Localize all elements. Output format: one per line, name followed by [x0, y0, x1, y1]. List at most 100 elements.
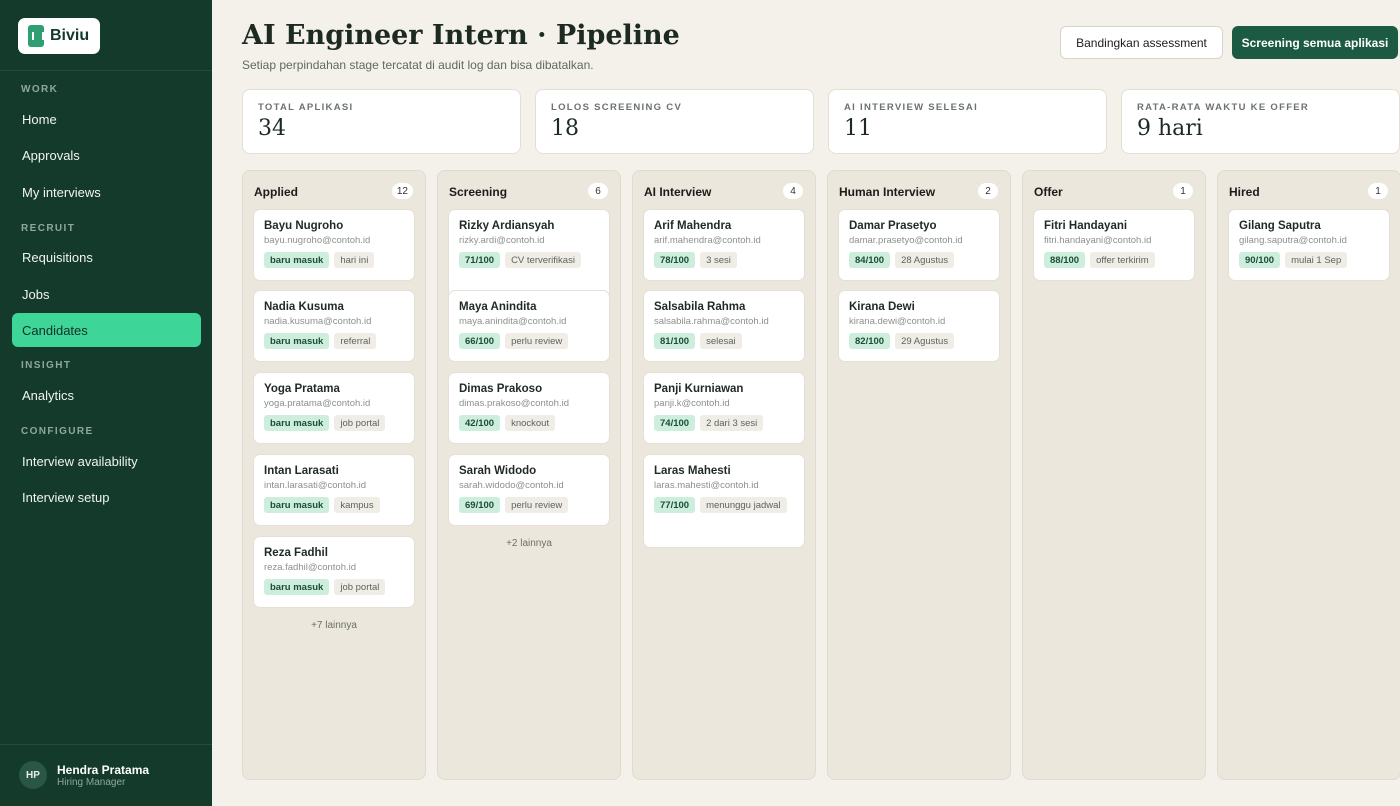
- candidate-card[interactable]: Laras Mahesti laras.mahesti@contoh.id 77/1…: [643, 454, 805, 548]
- candidate-card[interactable]: Kirana Dewi kirana.dewi@contoh.id 82/100 29…: [838, 290, 1000, 362]
- candidate-name: Bayu Nugroho: [264, 220, 344, 232]
- stat-value: 9 hari: [1137, 116, 1203, 141]
- candidate-email: salsabila.rahma@contoh.id: [654, 316, 769, 327]
- candidate-name: Sarah Widodo: [459, 465, 537, 477]
- stat-label: LOLOS SCREENING CV: [551, 102, 683, 113]
- candidate-tags: 66/100 perlu review: [459, 333, 599, 349]
- candidate-tags: 69/100 perlu review: [459, 497, 599, 513]
- candidate-email: gilang.saputra@contoh.id: [1239, 235, 1347, 246]
- candidate-tags: 77/100 menunggu jadwal: [654, 497, 794, 513]
- more-candidates-link[interactable]: +7 lainnya: [243, 620, 425, 631]
- sidebar-item-candidates[interactable]: Candidates: [12, 313, 201, 347]
- score-badge: baru masuk: [264, 252, 330, 268]
- avatar[interactable]: HP: [19, 761, 47, 789]
- user-name: Hendra Pratama: [57, 763, 150, 777]
- sidebar-section-recruit: RECRUIT: [21, 223, 76, 234]
- candidate-email: kirana.dewi@contoh.id: [849, 316, 946, 327]
- kanban-column[interactable]: AI Interview 4 Arif Mahendra arif.mahendra@…: [632, 170, 816, 780]
- candidate-name: Damar Prasetyo: [849, 220, 937, 232]
- candidate-email: dimas.prakoso@contoh.id: [459, 398, 569, 409]
- candidate-card[interactable]: Gilang Saputra gilang.saputra@contoh.id 90…: [1228, 209, 1390, 281]
- candidate-card[interactable]: Salsabila Rahma salsabila.rahma@contoh.id…: [643, 290, 805, 362]
- kanban-column[interactable]: Human Interview 2 Damar Prasetyo damar.pras…: [827, 170, 1011, 780]
- user-role: Hiring Manager: [57, 777, 126, 788]
- stat-value: 18: [551, 116, 579, 141]
- stat-card-ai-interview: AI INTERVIEW SELESAI 11: [828, 89, 1107, 154]
- sidebar-item-my-interviews[interactable]: My interviews: [12, 175, 201, 209]
- score-badge: 74/100: [654, 415, 696, 431]
- candidate-tags: baru masuk referral: [264, 333, 404, 349]
- status-badge: perlu review: [505, 333, 569, 349]
- score-badge: 82/100: [849, 333, 891, 349]
- score-badge: 88/100: [1044, 252, 1086, 268]
- candidate-name: Kirana Dewi: [849, 301, 915, 313]
- score-badge: baru masuk: [264, 333, 330, 349]
- sidebar-item-approvals[interactable]: Approvals: [12, 138, 201, 172]
- candidate-card[interactable]: Damar Prasetyo damar.prasetyo@contoh.id 84…: [838, 209, 1000, 281]
- kanban-column[interactable]: Screening 6 Rizky Ardiansyah rizky.ardi@con…: [437, 170, 621, 780]
- candidate-card[interactable]: Reza Fadhil reza.fadhil@contoh.id baru mas…: [253, 536, 415, 608]
- sidebar-item-home[interactable]: Home: [12, 102, 201, 136]
- candidate-tags: baru masuk kampus: [264, 497, 404, 513]
- compare-assessment-button[interactable]: Bandingkan assessment: [1060, 26, 1223, 59]
- page-title: AI Engineer Intern · Pipeline: [242, 20, 680, 51]
- candidate-card[interactable]: Bayu Nugroho bayu.nugroho@contoh.id baru m…: [253, 209, 415, 281]
- stat-card-total: TOTAL APLIKASI 34: [242, 89, 521, 154]
- screen-all-button[interactable]: Screening semua aplikasi: [1232, 26, 1398, 59]
- column-count-badge: 6: [588, 183, 608, 199]
- candidate-tags: 90/100 mulai 1 Sep: [1239, 252, 1379, 268]
- kanban-column[interactable]: Hired 1 Gilang Saputra gilang.saputra@conto…: [1217, 170, 1400, 780]
- status-badge: 29 Agustus: [895, 333, 955, 349]
- status-badge: kampus: [334, 497, 380, 513]
- candidate-name: Gilang Saputra: [1239, 220, 1321, 232]
- column-title: AI Interview: [644, 185, 712, 199]
- candidate-card[interactable]: Arif Mahendra arif.mahendra@contoh.id 78/1…: [643, 209, 805, 281]
- candidate-card[interactable]: Rizky Ardiansyah rizky.ardi@contoh.id 71/1…: [448, 209, 610, 303]
- candidate-name: Fitri Handayani: [1044, 220, 1128, 232]
- candidate-card[interactable]: Intan Larasati intan.larasati@contoh.id ba…: [253, 454, 415, 526]
- score-badge: 66/100: [459, 333, 501, 349]
- candidate-tags: 71/100 CV terverifikasi: [459, 252, 599, 268]
- sidebar-item-interview-availability[interactable]: Interview availability: [12, 444, 201, 478]
- status-badge: hari ini: [334, 252, 375, 268]
- candidate-email: maya.anindita@contoh.id: [459, 316, 567, 327]
- candidate-card[interactable]: Sarah Widodo sarah.widodo@contoh.id 69/100…: [448, 454, 610, 526]
- kanban-column[interactable]: Offer 1 Fitri Handayani fitri.handayani@con…: [1022, 170, 1206, 780]
- sidebar-item-interview-setup[interactable]: Interview setup: [12, 480, 201, 514]
- column-count-badge: 1: [1368, 183, 1388, 199]
- candidate-tags: 81/100 selesai: [654, 333, 794, 349]
- more-candidates-link[interactable]: +2 lainnya: [438, 538, 620, 549]
- candidate-name: Reza Fadhil: [264, 547, 328, 559]
- candidate-email: reza.fadhil@contoh.id: [264, 562, 357, 573]
- app-logo[interactable]: Biviu: [18, 18, 100, 54]
- candidate-card[interactable]: Panji Kurniawan panji.k@contoh.id 74/100 2 …: [643, 372, 805, 444]
- column-count-badge: 1: [1173, 183, 1193, 199]
- candidate-card[interactable]: Nadia Kusuma nadia.kusuma@contoh.id baru m…: [253, 290, 415, 362]
- score-badge: 77/100: [654, 497, 696, 513]
- candidate-tags: baru masuk job portal: [264, 415, 404, 431]
- candidate-tags: 42/100 knockout: [459, 415, 599, 431]
- candidate-tags: baru masuk job portal: [264, 579, 404, 595]
- candidate-card[interactable]: Maya Anindita maya.anindita@contoh.id 66/1…: [448, 290, 610, 362]
- candidate-email: nadia.kusuma@contoh.id: [264, 316, 372, 327]
- stat-value: 34: [258, 116, 286, 141]
- sidebar: Biviu WORK Home Approvals My interviews …: [0, 0, 212, 806]
- candidate-name: Salsabila Rahma: [654, 301, 746, 313]
- kanban-column[interactable]: Applied 12 Bayu Nugroho bayu.nugroho@contoh…: [242, 170, 426, 780]
- sidebar-item-requisitions[interactable]: Requisitions: [12, 240, 201, 274]
- candidate-name: Intan Larasati: [264, 465, 339, 477]
- sidebar-item-jobs[interactable]: Jobs: [12, 277, 201, 311]
- status-badge: CV terverifikasi: [505, 252, 581, 268]
- sidebar-section-insight: INSIGHT: [21, 360, 72, 371]
- candidate-card[interactable]: Yoga Pratama yoga.pratama@contoh.id baru m…: [253, 372, 415, 444]
- sidebar-item-analytics[interactable]: Analytics: [12, 378, 201, 412]
- score-badge: baru masuk: [264, 579, 330, 595]
- candidate-card[interactable]: Fitri Handayani fitri.handayani@contoh.id…: [1033, 209, 1195, 281]
- candidate-tags: 74/100 2 dari 3 sesi: [654, 415, 794, 431]
- column-title: Offer: [1034, 185, 1063, 199]
- score-badge: 71/100: [459, 252, 501, 268]
- candidate-email: laras.mahesti@contoh.id: [654, 480, 759, 491]
- candidate-card[interactable]: Dimas Prakoso dimas.prakoso@contoh.id 42/1…: [448, 372, 610, 444]
- status-badge: mulai 1 Sep: [1285, 252, 1348, 268]
- stat-label: TOTAL APLIKASI: [258, 102, 354, 113]
